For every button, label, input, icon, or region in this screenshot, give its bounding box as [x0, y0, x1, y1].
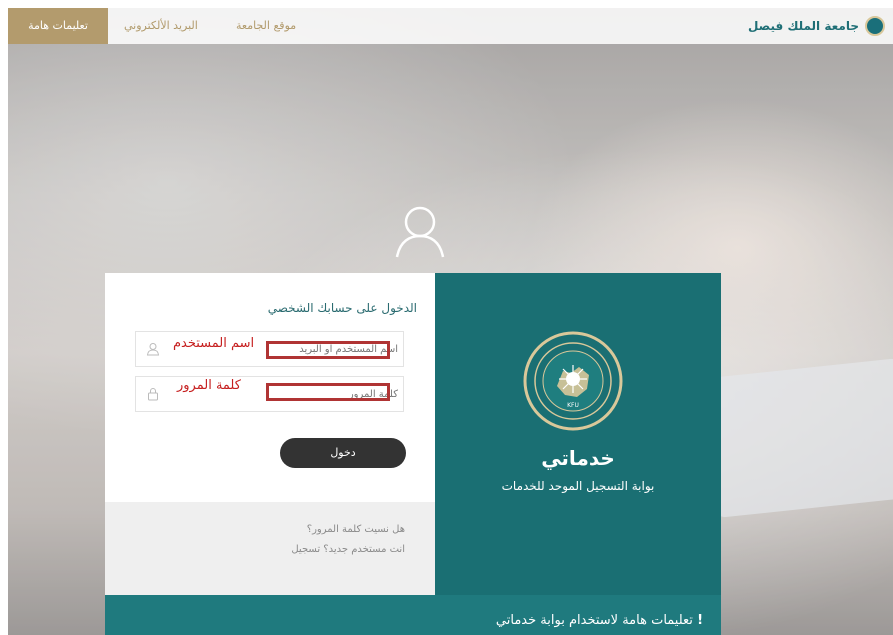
university-logo-icon [865, 16, 885, 36]
panel-title: خدماتي [541, 446, 615, 470]
panel-subtitle: بوابة التسجيل الموحد للخدمات [501, 479, 655, 493]
login-footer: هل نسيت كلمة المرور؟ انت مستخدم جديد؟ تس… [105, 502, 435, 595]
password-annotation: كلمة المرور [177, 378, 241, 393]
user-small-icon [146, 343, 160, 356]
university-brand[interactable]: جامعة الملك فيصل [748, 8, 885, 44]
forgot-password-link[interactable]: هل نسيت كلمة المرور؟ [307, 524, 405, 535]
services-panel: KFU خدماتي بوابة التسجيل الموحد للخدمات [435, 273, 721, 595]
password-highlight-box [266, 383, 390, 401]
instructions-text: تعليمات هامة لاستخدام بوابة خدماتي [495, 613, 693, 628]
instructions-text-wrap: ! تعليمات هامة لاستخدام بوابة خدماتي [496, 613, 703, 628]
university-site-link[interactable]: موقع الجامعة [236, 8, 296, 44]
username-highlight-box [266, 341, 390, 359]
university-seal-icon: KFU [523, 331, 623, 431]
register-link[interactable]: انت مستخدم جديد؟ تسجيل [291, 544, 405, 555]
exclamation-icon: ! [697, 613, 703, 628]
top-navigation: تعليمات هامة البريد الألكتروني موقع الجا… [8, 8, 893, 44]
username-annotation: اسم المستخدم [173, 336, 255, 351]
user-icon [395, 206, 445, 258]
page-background: تعليمات هامة البريد الألكتروني موقع الجا… [8, 8, 893, 635]
brand-name: جامعة الملك فيصل [747, 19, 859, 33]
lock-icon [148, 388, 158, 401]
instructions-banner[interactable]: ! تعليمات هامة لاستخدام بوابة خدماتي [105, 595, 721, 635]
important-instructions-link[interactable]: تعليمات هامة [8, 8, 108, 44]
seal-text: KFU [567, 402, 579, 409]
login-title: الدخول على حسابك الشخصي [267, 301, 417, 315]
email-link[interactable]: البريد الألكتروني [124, 8, 198, 44]
login-button[interactable]: دخول [280, 438, 406, 468]
login-form: الدخول على حسابك الشخصي اسم المستخدم كلم… [105, 273, 435, 595]
